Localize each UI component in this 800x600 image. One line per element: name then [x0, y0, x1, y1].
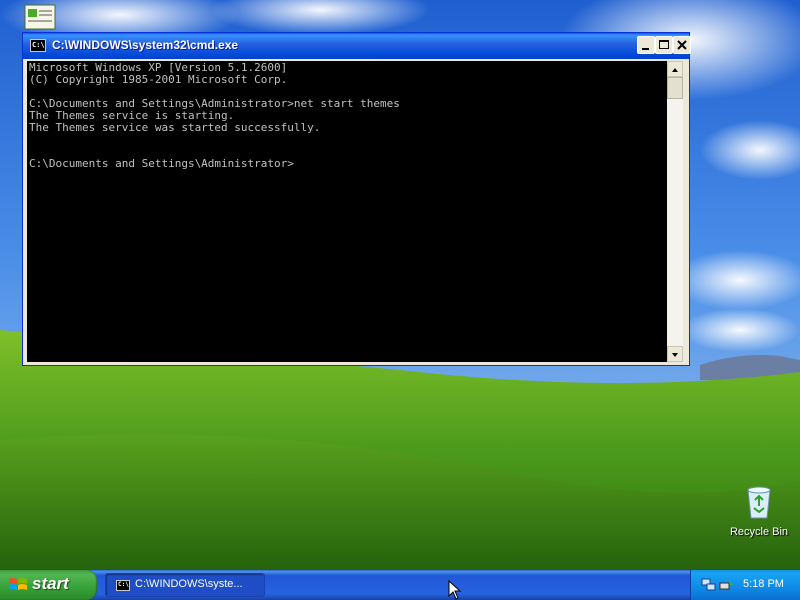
- taskbar: start C:\ C:\WINDOWS\syste... 5:18 PM: [0, 570, 800, 600]
- console-line: C:\Documents and Settings\Administrator>: [29, 157, 294, 170]
- cmd-icon-text: C:\: [118, 581, 129, 588]
- close-button[interactable]: [673, 36, 691, 54]
- recycle-bin-icon: [747, 486, 771, 519]
- scroll-thumb[interactable]: [667, 77, 683, 99]
- maximize-icon: [659, 40, 669, 49]
- mouse-pointer-icon: [448, 580, 462, 600]
- cmd-icon: C:\: [116, 580, 130, 591]
- desktop-shortcut-icon[interactable]: [24, 4, 56, 32]
- recycle-bin[interactable]: Recycle Bin: [726, 484, 792, 538]
- windows-logo-icon: [9, 578, 27, 590]
- start-button[interactable]: start: [0, 570, 97, 600]
- clock[interactable]: 5:18 PM: [743, 578, 784, 590]
- title-bar[interactable]: C:\ C:\WINDOWS\system32\cmd.exe: [23, 33, 691, 59]
- system-tray: 5:18 PM: [690, 570, 800, 600]
- console-line: (C) Copyright 1985-2001 Microsoft Corp.: [29, 73, 288, 86]
- minimize-button[interactable]: [637, 36, 655, 54]
- minimize-icon: [642, 48, 649, 50]
- down-arrow-icon: [672, 353, 678, 357]
- command-prompt-window[interactable]: C:\ C:\WINDOWS\system32\cmd.exe Microsof…: [22, 32, 691, 366]
- console-text: Microsoft Windows XP [Version 5.1.2600] …: [27, 61, 667, 170]
- close-icon: [677, 40, 687, 50]
- recycle-bin-label: Recycle Bin: [729, 526, 789, 538]
- console-line: The Themes service was started successfu…: [29, 121, 321, 134]
- maximize-button[interactable]: [655, 36, 673, 54]
- safely-remove-hardware-icon[interactable]: [718, 577, 734, 593]
- vertical-scrollbar[interactable]: [667, 61, 683, 362]
- scroll-down-button[interactable]: [667, 346, 683, 362]
- scroll-up-button[interactable]: [667, 61, 683, 77]
- network-icon[interactable]: [701, 577, 717, 593]
- start-label: start: [32, 574, 69, 593]
- cmd-icon-text: C:\: [32, 41, 45, 49]
- up-arrow-icon: [672, 68, 678, 72]
- taskbar-button-cmd[interactable]: C:\ C:\WINDOWS\syste...: [105, 573, 265, 597]
- taskbar-button-label: C:\WINDOWS\syste...: [135, 578, 243, 590]
- cmd-icon[interactable]: C:\: [30, 39, 46, 52]
- console-output[interactable]: Microsoft Windows XP [Version 5.1.2600] …: [27, 61, 667, 362]
- window-title: C:\WINDOWS\system32\cmd.exe: [52, 38, 239, 52]
